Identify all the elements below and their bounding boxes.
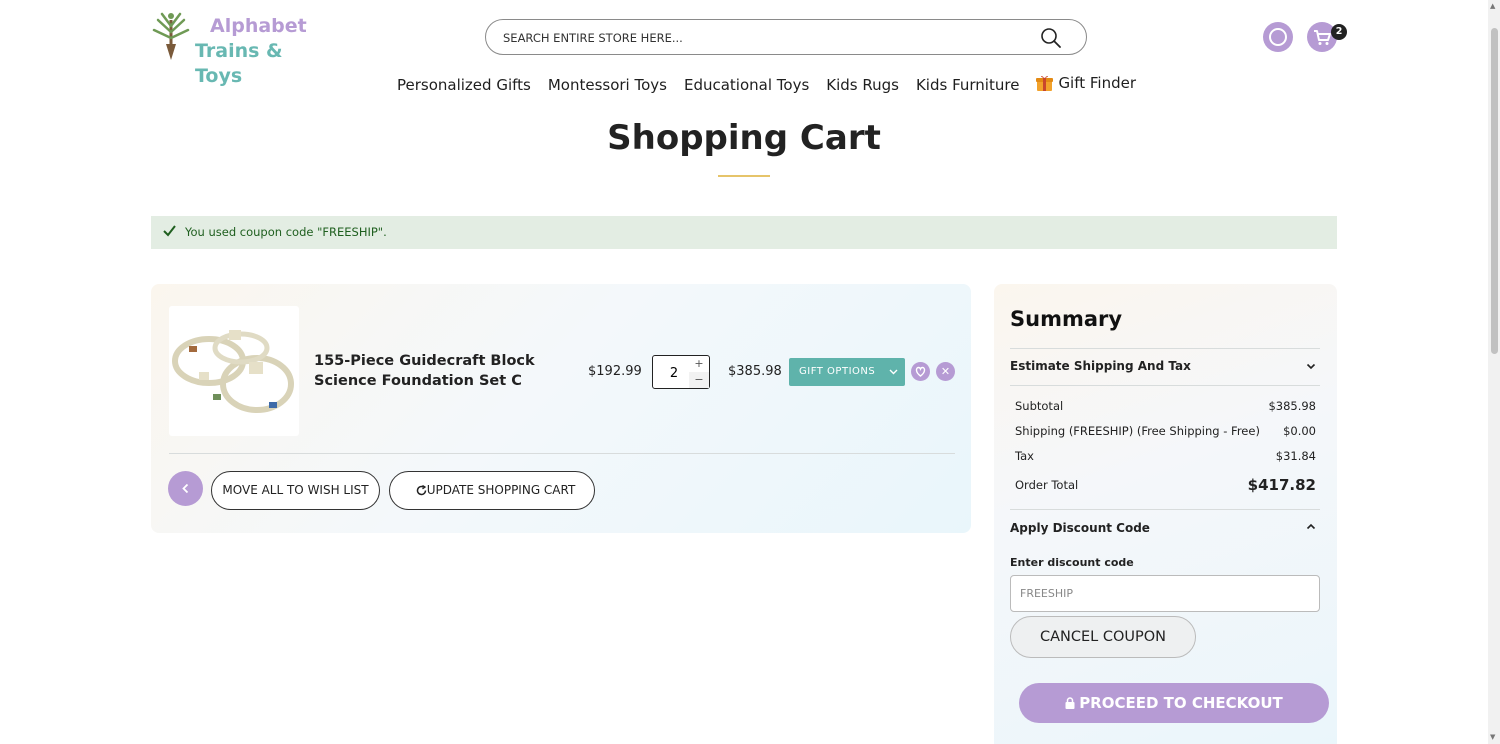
update-cart-button[interactable]: UPDATE SHOPPING CART [389, 471, 595, 510]
totals-order-total: Order Total $417.82 [1015, 476, 1316, 494]
totals-value: $385.98 [1268, 399, 1316, 413]
discount-code-label: Enter discount code [1010, 556, 1134, 569]
product-price: $192.99 [588, 364, 642, 379]
chevron-up-icon[interactable] [1306, 522, 1316, 532]
qty-input[interactable] [657, 364, 691, 382]
site-logo[interactable]: Alphabet Trains & Toys [150, 10, 330, 87]
totals-value: $0.00 [1283, 424, 1316, 438]
nav-gift-finder[interactable]: Gift Finder [1036, 74, 1136, 92]
scroll-up-arrow[interactable]: ▲ [1490, 2, 1495, 10]
remove-item-button[interactable]: ✕ [936, 362, 955, 381]
checkout-label: PROCEED TO CHECKOUT [1079, 694, 1283, 712]
product-name[interactable]: 155-Piece Guidecraft Block Science Found… [314, 351, 574, 391]
gift-options-label: GIFT OPTIONS [799, 366, 876, 377]
divider [1010, 348, 1320, 349]
page-title: Shopping Cart [607, 118, 881, 158]
main-nav: Personalized Gifts Montessori Toys Educa… [397, 72, 1153, 98]
search-input[interactable] [503, 28, 1023, 48]
lock-icon [1065, 697, 1075, 709]
gift-options-dropdown[interactable]: GIFT OPTIONS [789, 358, 905, 386]
order-total-label: Order Total [1015, 478, 1079, 492]
scroll-down-arrow[interactable]: ▼ [1490, 733, 1495, 741]
row-subtotal: $385.98 [728, 364, 782, 379]
totals-value: $31.84 [1275, 449, 1316, 463]
summary-title: Summary [1010, 307, 1123, 331]
totals-subtotal: Subtotal $385.98 [1015, 399, 1316, 413]
search-icon[interactable] [1040, 27, 1062, 49]
order-total-value: $417.82 [1247, 476, 1316, 494]
estimate-shipping-toggle[interactable]: Estimate Shipping And Tax [1010, 359, 1191, 373]
nav-personalized-gifts[interactable]: Personalized Gifts [397, 76, 531, 94]
cart-count-badge: 2 [1331, 24, 1347, 40]
logo-line-2: Trains & Toys [195, 40, 283, 87]
discount-toggle[interactable]: Apply Discount Code [1010, 521, 1150, 535]
order-summary: Summary Estimate Shipping And Tax Subtot… [994, 284, 1337, 744]
check-icon [163, 225, 176, 237]
train-set-image [172, 330, 294, 413]
cart-items-panel: 155-Piece Guidecraft Block Science Found… [151, 284, 971, 533]
qty-increase-button[interactable]: + [689, 356, 709, 372]
nav-kids-rugs[interactable]: Kids Rugs [826, 76, 899, 94]
refresh-icon [416, 485, 427, 496]
divider [1010, 385, 1320, 386]
account-button[interactable] [1263, 22, 1293, 52]
discount-code-input[interactable] [1010, 575, 1320, 612]
qty-decrease-button[interactable]: − [689, 372, 709, 388]
totals-label: Shipping (FREESHIP) (Free Shipping - Fre… [1015, 424, 1260, 438]
gift-icon [1036, 75, 1054, 91]
chevron-down-icon [889, 369, 898, 375]
update-cart-label: UPDATE SHOPPING CART [426, 483, 576, 497]
nav-educational-toys[interactable]: Educational Toys [684, 76, 809, 94]
user-icon [1269, 28, 1287, 46]
chevron-down-icon[interactable] [1306, 361, 1316, 371]
totals-shipping: Shipping (FREESHIP) (Free Shipping - Fre… [1015, 424, 1316, 438]
totals-label: Subtotal [1015, 399, 1064, 413]
continue-shopping-button[interactable] [168, 471, 203, 506]
gift-finder-label: Gift Finder [1058, 74, 1137, 92]
logo-line-1: Alphabet [210, 15, 307, 37]
totals-label: Tax [1015, 449, 1034, 463]
cancel-coupon-button[interactable]: CANCEL COUPON [1010, 616, 1196, 658]
quantity-stepper: + − [652, 355, 710, 389]
scrollbar-thumb[interactable] [1491, 28, 1498, 354]
totals-tax: Tax $31.84 [1015, 449, 1316, 463]
success-message: You used coupon code "FREESHIP". [151, 216, 1337, 249]
title-underline [718, 175, 770, 177]
chevron-left-icon [182, 483, 189, 494]
move-to-wishlist-button[interactable] [911, 362, 930, 381]
logo-tree-icon [152, 12, 190, 60]
move-all-to-wishlist-button[interactable]: MOVE ALL TO WISH LIST [211, 471, 380, 510]
search-bar [485, 19, 1087, 55]
nav-kids-furniture[interactable]: Kids Furniture [916, 76, 1019, 94]
product-image[interactable] [169, 306, 299, 436]
heart-icon [915, 366, 926, 377]
divider [1010, 509, 1320, 510]
close-icon: ✕ [940, 365, 951, 378]
nav-montessori-toys[interactable]: Montessori Toys [548, 76, 667, 94]
message-text: You used coupon code "FREESHIP". [185, 225, 387, 239]
divider [169, 453, 955, 454]
proceed-to-checkout-button[interactable]: PROCEED TO CHECKOUT [1019, 683, 1329, 723]
